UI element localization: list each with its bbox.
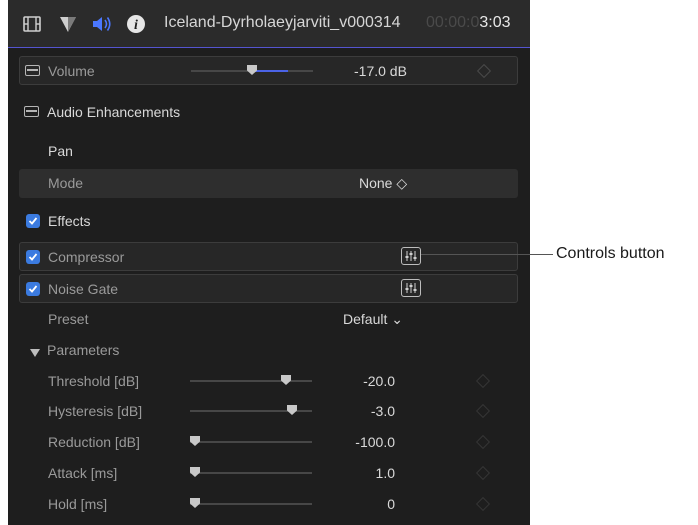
effects-checkbox[interactable] xyxy=(26,214,40,228)
volume-keyframe-icon[interactable] xyxy=(476,63,492,79)
slider-thumb[interactable] xyxy=(190,436,200,446)
callout-leader-line xyxy=(421,254,553,255)
param-value[interactable]: 0 xyxy=(305,496,395,512)
param-value[interactable]: -20.0 xyxy=(305,373,395,389)
slider-track xyxy=(190,472,312,474)
pan-mode-popup[interactable]: None ◇ xyxy=(359,175,407,192)
noise-gate-controls-button[interactable] xyxy=(401,279,421,297)
effect-noise-gate-row[interactable]: Noise Gate xyxy=(19,274,518,303)
volume-slider-fill xyxy=(252,70,288,72)
compressor-checkbox[interactable] xyxy=(26,250,40,264)
volume-value[interactable]: -17.0 dB xyxy=(354,63,407,79)
keyframe-icon[interactable] xyxy=(475,434,491,450)
keyframe-icon[interactable] xyxy=(475,496,491,512)
pan-label: Pan xyxy=(48,143,73,159)
pan-mode-row: Mode None ◇ xyxy=(19,169,518,198)
parameters-label: Parameters xyxy=(47,342,120,358)
param-label: Attack [ms] xyxy=(48,465,118,481)
slider-track xyxy=(190,441,312,443)
pan-mode-label: Mode xyxy=(48,175,84,191)
film-icon[interactable] xyxy=(22,14,42,34)
param-value[interactable]: -3.0 xyxy=(305,403,395,419)
reduction-slider[interactable] xyxy=(190,436,312,448)
slider-track xyxy=(190,503,312,505)
volume-strip-icon[interactable] xyxy=(25,65,40,76)
parameters-row[interactable]: Parameters xyxy=(19,336,518,365)
param-row: Hysteresis [dB] -3.0 xyxy=(19,397,518,426)
param-label: Hold [ms] xyxy=(48,496,108,512)
threshold-slider[interactable] xyxy=(190,375,312,387)
pan-row: Pan xyxy=(19,137,518,166)
slider-thumb[interactable] xyxy=(190,498,200,508)
noise-gate-checkbox[interactable] xyxy=(26,282,40,296)
timecode-bright: 3:03 xyxy=(479,14,511,31)
hold-slider[interactable] xyxy=(190,498,312,510)
preset-row: Preset Default ⌄ xyxy=(19,305,518,334)
param-label: Hysteresis [dB] xyxy=(48,403,143,419)
effects-label: Effects xyxy=(48,213,91,229)
param-label: Threshold [dB] xyxy=(48,373,140,389)
volume-row: Volume -17.0 dB xyxy=(19,56,518,85)
slider-thumb[interactable] xyxy=(287,405,297,415)
slider-thumb[interactable] xyxy=(190,467,200,477)
param-value[interactable]: -100.0 xyxy=(305,434,395,450)
param-row: Attack [ms] 1.0 xyxy=(19,459,518,488)
param-row: Reduction [dB] -100.0 xyxy=(19,428,518,457)
compressor-label: Compressor xyxy=(48,249,125,265)
audio-enhancements-row: Audio Enhancements xyxy=(19,98,518,127)
volume-slider[interactable] xyxy=(191,65,313,77)
audio-enhancements-strip-icon[interactable] xyxy=(24,106,39,117)
sliders-icon xyxy=(405,251,417,261)
effects-row: Effects xyxy=(19,207,518,236)
keyframe-icon[interactable] xyxy=(475,373,491,389)
volume-label: Volume xyxy=(48,63,95,79)
keyframe-icon[interactable] xyxy=(475,403,491,419)
param-row: Hold [ms] 0 xyxy=(19,490,518,519)
preset-label: Preset xyxy=(48,311,89,327)
attack-slider[interactable] xyxy=(190,467,312,479)
callout-label: Controls button xyxy=(556,245,665,262)
volume-slider-thumb[interactable] xyxy=(247,65,257,75)
inspector-header: i Iceland-Dyrholaeyjarviti_v000314 00:00… xyxy=(8,0,530,48)
timecode-dim: 00:00:0 xyxy=(426,14,480,31)
audio-inspector-panel: i Iceland-Dyrholaeyjarviti_v000314 00:00… xyxy=(8,0,530,525)
param-value[interactable]: 1.0 xyxy=(305,465,395,481)
compressor-controls-button[interactable] xyxy=(401,247,421,265)
slider-thumb[interactable] xyxy=(281,375,291,385)
svg-text:i: i xyxy=(134,18,138,33)
sliders-icon xyxy=(405,283,417,293)
param-label: Reduction [dB] xyxy=(48,434,140,450)
timecode: 00:00:03:03 xyxy=(426,14,511,32)
noise-gate-label: Noise Gate xyxy=(48,281,119,297)
filter-icon[interactable] xyxy=(58,14,78,34)
keyframe-icon[interactable] xyxy=(475,465,491,481)
param-row: Threshold [dB] -20.0 xyxy=(19,367,518,396)
preset-popup[interactable]: Default ⌄ xyxy=(343,311,403,328)
hysteresis-slider[interactable] xyxy=(190,405,312,417)
info-icon[interactable]: i xyxy=(126,14,146,34)
speaker-icon[interactable] xyxy=(91,14,111,34)
disclosure-triangle-icon[interactable] xyxy=(30,345,40,363)
slider-track xyxy=(190,380,312,382)
clip-name: Iceland-Dyrholaeyjarviti_v000314 xyxy=(164,14,401,31)
effect-compressor-row[interactable]: Compressor xyxy=(19,242,518,271)
audio-enhancements-label: Audio Enhancements xyxy=(47,104,181,120)
